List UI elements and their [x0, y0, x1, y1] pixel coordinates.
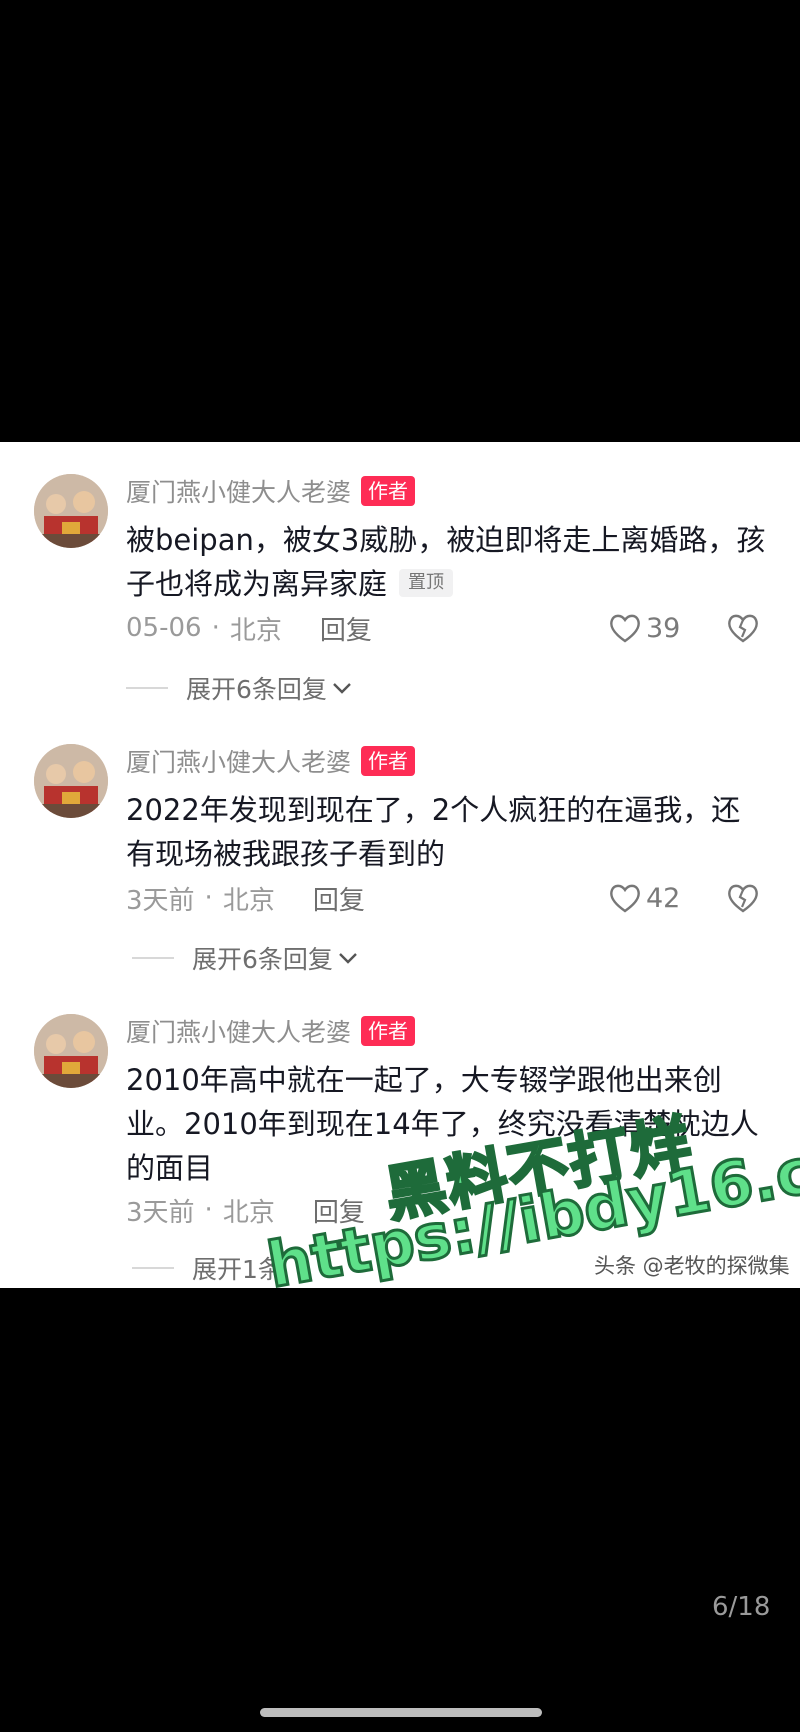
comment-text: 2022年发现到现在了，2个人疯狂的在逼我，还有现场被我跟孩子看到的 — [126, 793, 741, 871]
source-credit: 头条 @老牧的探微集 — [594, 1254, 790, 1278]
username[interactable]: 厦门燕小健大人老婆 — [126, 473, 351, 509]
avatar[interactable] — [34, 1014, 108, 1088]
comment-text-block: 被beipan，被女3威胁，被迫即将走上离婚路，孩子也将成为离异家庭 置顶 — [126, 518, 766, 606]
heart-icon — [610, 614, 640, 643]
username[interactable]: 厦门燕小健大人老婆 — [126, 743, 351, 779]
avatar[interactable] — [34, 474, 108, 548]
divider — [126, 687, 168, 689]
comment-date: 05-06 — [126, 613, 202, 643]
comment-location: 北京 — [222, 885, 275, 916]
like-count: 42 — [646, 882, 681, 914]
reply-button[interactable]: 回复 — [313, 880, 365, 917]
comment-location: 北京 — [229, 615, 282, 646]
meta-separator: · — [204, 883, 213, 913]
chevron-down-icon — [339, 953, 357, 964]
author-badge: 作者 — [361, 1016, 416, 1046]
comment-header: 厦门燕小健大人老婆 作者 — [126, 473, 416, 509]
username[interactable]: 厦门燕小健大人老婆 — [126, 1013, 351, 1049]
comment-meta: 05-06 · 北京 回复 — [126, 608, 372, 648]
reply-button[interactable]: 回复 — [320, 610, 372, 647]
author-badge: 作者 — [361, 476, 416, 506]
avatar[interactable] — [34, 744, 108, 818]
expand-replies-label: 展开6条回复 — [186, 675, 327, 704]
broken-heart-icon — [728, 614, 758, 643]
author-badge: 作者 — [361, 746, 416, 776]
comment-panel: 厦门燕小健大人老婆 作者 被beipan，被女3威胁，被迫即将走上离婚路，孩子也… — [0, 442, 800, 1288]
expand-replies-label: 展开1条 — [192, 1255, 283, 1284]
chevron-down-icon — [333, 683, 351, 694]
like-count: 39 — [646, 612, 681, 644]
expand-replies-button[interactable]: 展开6条回复 — [132, 940, 359, 976]
expand-replies-label: 展开6条回复 — [192, 945, 333, 974]
reply-button[interactable]: 回复 — [313, 1192, 365, 1229]
page-indicator: 6/18 — [712, 1592, 771, 1622]
comment-text: 2010年高中就在一起了，大专辍学跟他出来创业。2010年到现在14年了，终究没… — [126, 1063, 759, 1185]
comment-date: 3天前 — [126, 885, 195, 916]
expand-replies-button[interactable]: 展开6条回复 — [126, 670, 353, 706]
comment-location: 北京 — [222, 1197, 275, 1228]
meta-separator: · — [211, 613, 220, 643]
pinned-badge: 置顶 — [399, 569, 454, 597]
comment-header: 厦门燕小健大人老婆 作者 — [126, 743, 416, 779]
dislike-button[interactable] — [726, 608, 760, 648]
heart-icon — [610, 884, 640, 913]
divider — [132, 1267, 174, 1269]
dislike-button[interactable] — [726, 878, 760, 918]
comment-meta: 3天前 · 北京 回复 — [126, 878, 365, 918]
comment-header: 厦门燕小健大人老婆 作者 — [126, 1013, 416, 1049]
like-button[interactable]: 39 — [608, 608, 680, 648]
like-button[interactable]: 42 — [608, 878, 680, 918]
divider — [132, 957, 174, 959]
comment-date: 3天前 — [126, 1197, 195, 1228]
home-indicator[interactable] — [260, 1708, 542, 1717]
expand-replies-button[interactable]: 展开1条 — [132, 1250, 283, 1286]
comment-meta: 3天前 · 北京 回复 — [126, 1190, 365, 1230]
broken-heart-icon — [728, 884, 758, 913]
meta-separator: · — [204, 1195, 213, 1225]
